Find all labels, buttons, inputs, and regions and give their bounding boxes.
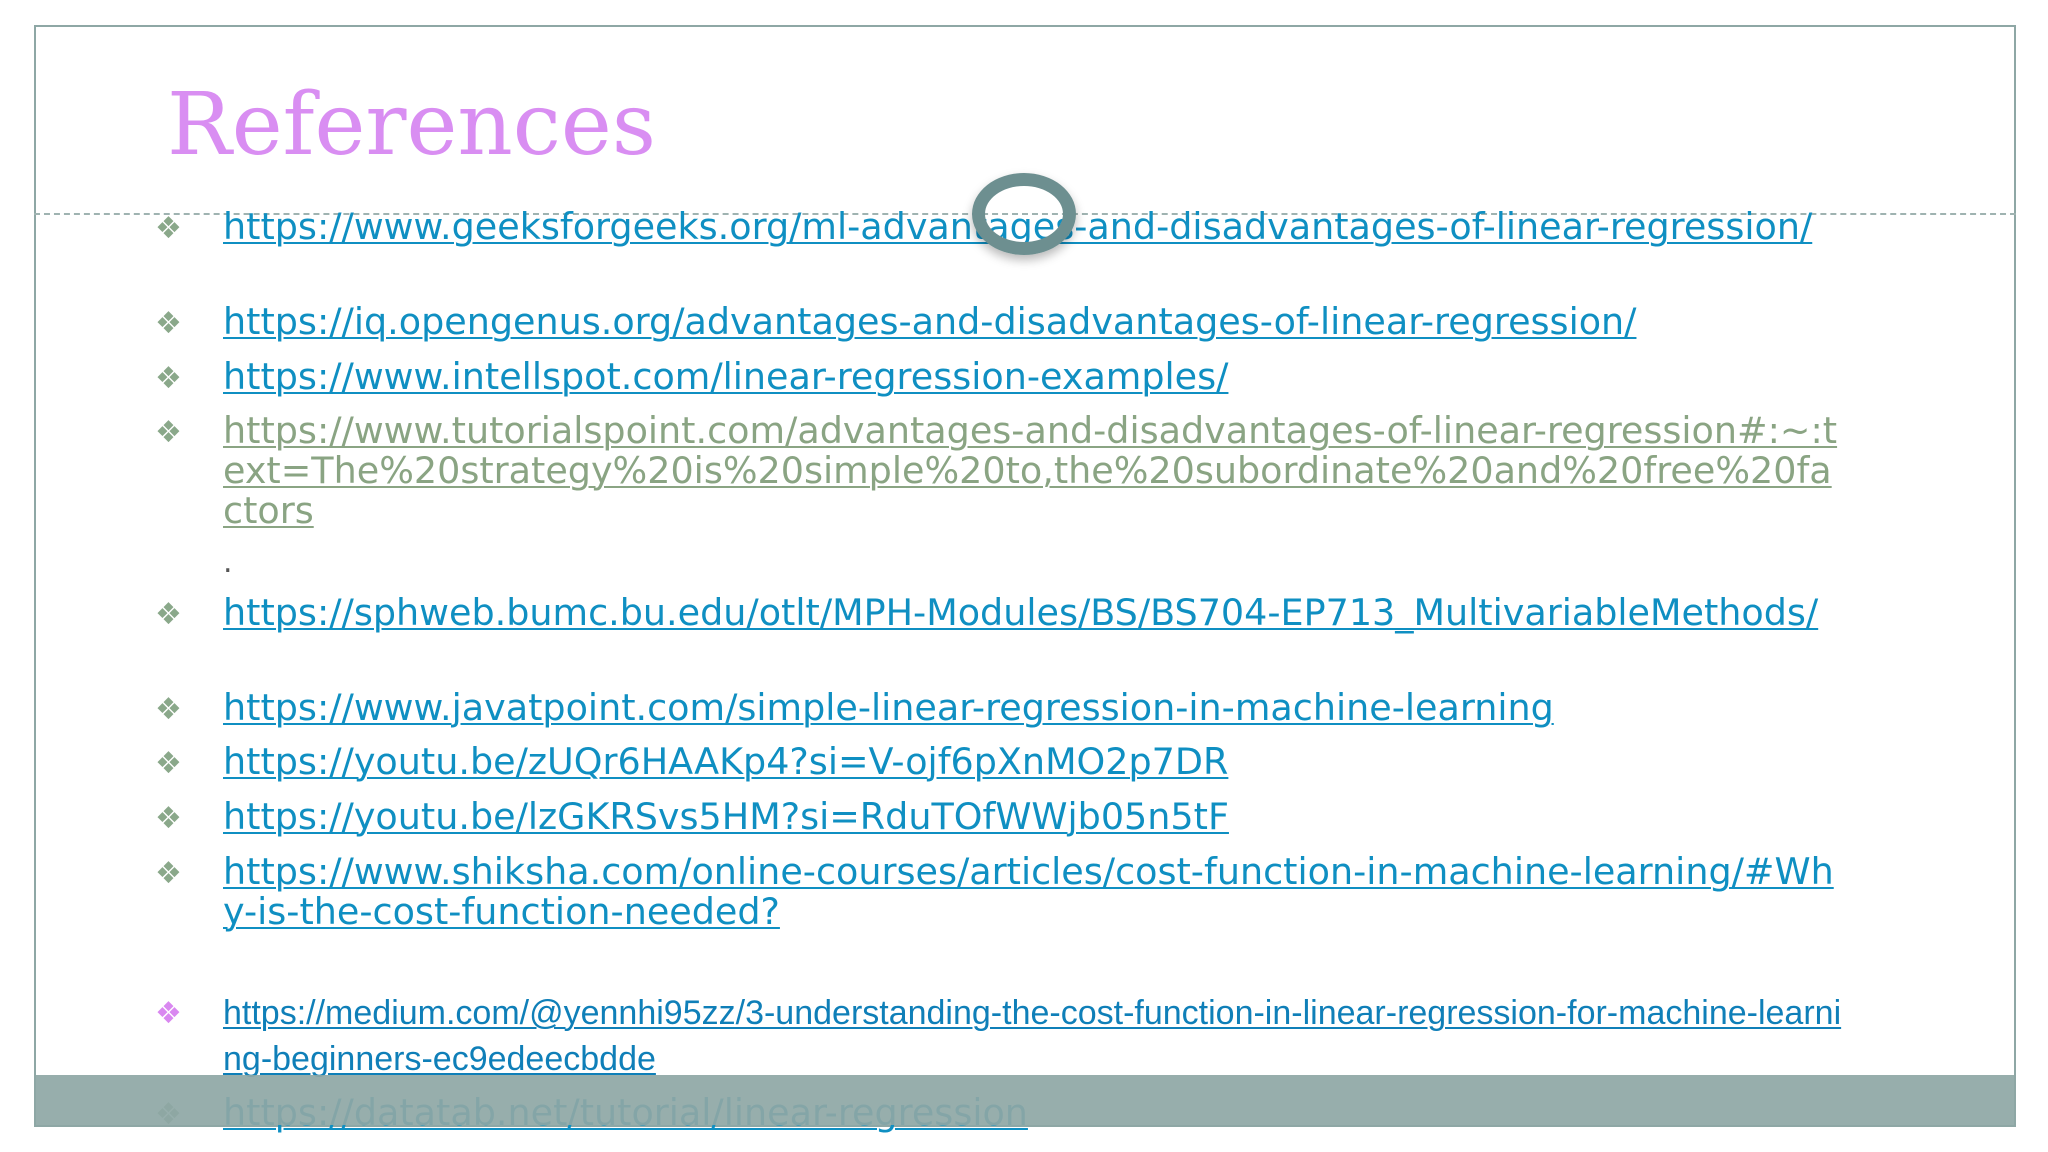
reference-link[interactable]: https://iq.opengenus.org/advantages-and-… xyxy=(223,302,1843,342)
diamond-bullet-icon: ❖ xyxy=(155,746,182,781)
diamond-bullet-icon: ❖ xyxy=(155,856,182,891)
slide-footer-bar xyxy=(34,1075,2016,1125)
reference-link[interactable]: https://medium.com/@yennhi95zz/3-underst… xyxy=(223,990,1843,1082)
reference-link[interactable]: https://www.javatpoint.com/simple-linear… xyxy=(223,688,1843,728)
reference-link[interactable]: https://youtu.be/lzGKRSvs5HM?si=RduTOfWW… xyxy=(223,797,1843,837)
diamond-bullet-icon: ❖ xyxy=(155,306,182,341)
reference-link[interactable]: https://youtu.be/zUQr6HAAKp4?si=V-ojf6pX… xyxy=(223,742,1843,782)
stray-period: . xyxy=(223,545,233,580)
reference-link[interactable]: https://sphweb.bumc.bu.edu/otlt/MPH-Modu… xyxy=(223,593,1843,633)
diamond-bullet-icon: ❖ xyxy=(155,361,182,396)
reference-link-visited[interactable]: https://www.tutorialspoint.com/advantage… xyxy=(223,411,1843,531)
loading-ring-icon xyxy=(972,173,1076,255)
reference-link[interactable]: https://www.intellspot.com/linear-regres… xyxy=(223,357,1843,397)
diamond-bullet-icon: ❖ xyxy=(155,801,182,836)
diamond-bullet-icon: ❖ xyxy=(155,211,182,246)
diamond-bullet-icon: ❖ xyxy=(155,597,182,632)
diamond-bullet-icon: ❖ xyxy=(155,415,182,450)
reference-link[interactable]: https://www.shiksha.com/online-courses/a… xyxy=(223,852,1843,932)
diamond-bullet-icon: ❖ xyxy=(155,996,182,1031)
diamond-bullet-icon: ❖ xyxy=(155,692,182,727)
